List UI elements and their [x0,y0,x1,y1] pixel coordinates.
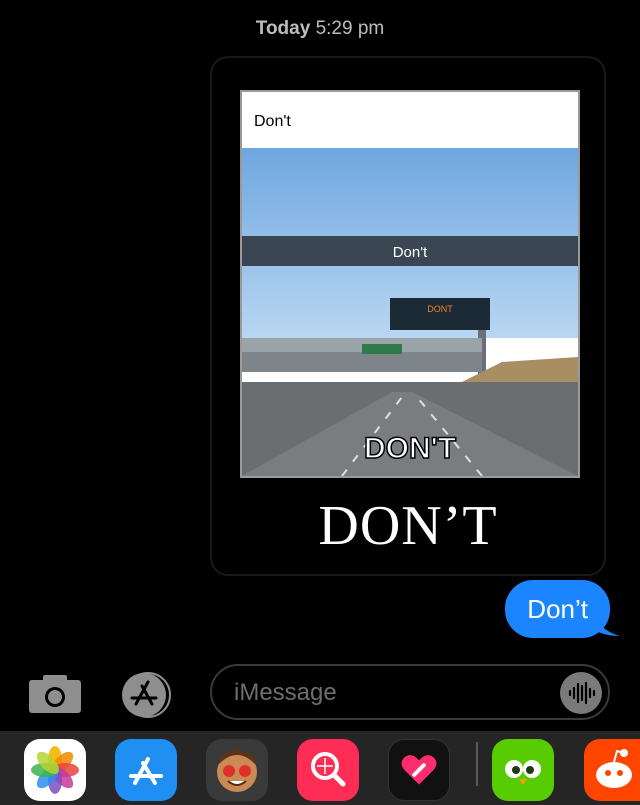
sent-message-text: Don’t [527,593,588,624]
timestamp: Today 5:29 pm [0,18,640,40]
message-input[interactable] [232,672,556,714]
timestamp-time: 5:29 pm [315,18,385,39]
sent-bubble-tail [592,610,620,636]
app-store-icon[interactable] [115,739,177,801]
app-store-icon[interactable] [118,670,178,720]
waveform-icon[interactable] [560,672,602,714]
photos-icon[interactable] [24,739,86,801]
drawer-divider [476,742,478,786]
memoji-icon[interactable] [206,739,268,801]
meme-sign-text: DONT [427,304,453,314]
composer-bar [0,660,640,726]
digital-touch-icon[interactable] [388,739,450,801]
meme-illustration: Don't Don't DONT DON'T [242,92,578,476]
reddit-icon[interactable] [584,739,640,801]
meme-top-text: Don't [254,113,291,130]
meme-caption: DON’T [318,495,498,557]
meme-middle-text: Don't [393,244,428,261]
camera-icon[interactable] [28,674,82,714]
images-search-icon[interactable] [297,739,359,801]
meme-image[interactable]: Don't Don't DONT DON'T [240,90,580,478]
meme-bottom-text: DON'T [364,432,456,465]
duolingo-icon[interactable] [492,739,554,801]
timestamp-day: Today [255,18,311,39]
message-input-field[interactable] [210,664,610,720]
